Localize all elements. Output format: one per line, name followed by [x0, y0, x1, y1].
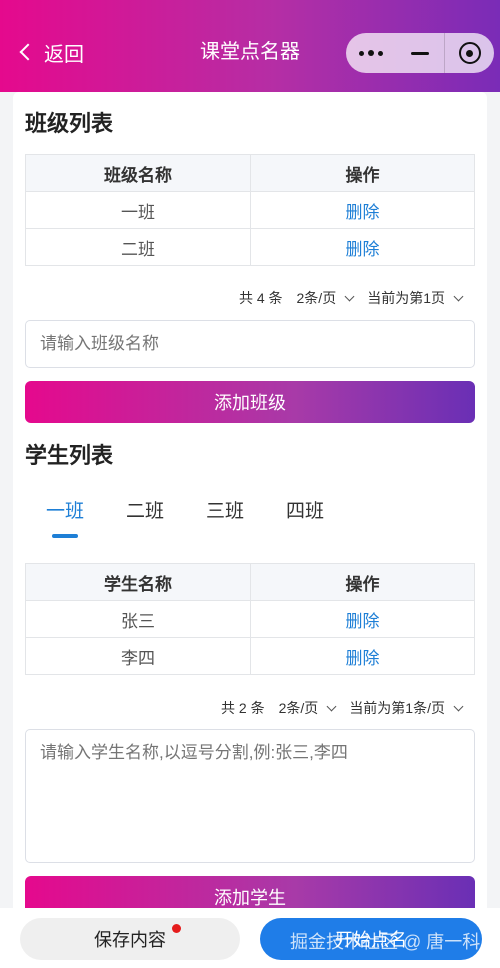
class-table: 班级名称 操作 一班 删除 二班 删除 [25, 154, 475, 266]
student-names-textarea[interactable] [25, 729, 475, 863]
student-pagination: 共 2 条 2条/页 当前为第1条/页 [221, 698, 464, 718]
delete-student-link[interactable]: 删除 [250, 637, 475, 675]
active-tab-indicator [52, 534, 78, 538]
student-name-header: 学生名称 [25, 563, 251, 601]
tab-class-1[interactable]: 一班 [25, 498, 105, 544]
back-button[interactable]: 返回 [14, 36, 84, 68]
class-name-header: 班级名称 [25, 154, 251, 192]
student-action-header: 操作 [250, 563, 475, 601]
student-table: 学生名称 操作 张三 删除 李四 删除 [25, 563, 475, 675]
chevron-down-icon [453, 701, 464, 711]
delete-student-link[interactable]: 删除 [250, 600, 475, 638]
tab-label: 二班 [125, 501, 164, 522]
chevron-down-icon [453, 291, 464, 301]
table-row: 张三 删除 [25, 600, 475, 638]
class-name-cell: 二班 [25, 228, 251, 266]
tab-class-2[interactable]: 二班 [105, 498, 185, 544]
more-button[interactable] [346, 33, 395, 73]
unsaved-badge [172, 924, 181, 933]
save-content-button[interactable]: 保存内容 [20, 918, 240, 960]
page-size-select[interactable]: 2条/页 [296, 288, 355, 308]
page-size-label: 2条/页 [278, 700, 319, 716]
tab-class-4[interactable]: 四班 [265, 498, 345, 544]
close-button[interactable] [445, 33, 494, 73]
tab-label: 三班 [205, 501, 244, 522]
student-name-cell: 张三 [25, 600, 251, 638]
mini-program-capsule [346, 33, 494, 73]
page-size-label: 2条/页 [296, 290, 337, 306]
student-name-cell: 李四 [25, 637, 251, 675]
back-chevron-icon [19, 43, 37, 61]
pager-total: 共 4 条 [238, 290, 283, 306]
back-label: 返回 [44, 43, 84, 66]
current-page-select[interactable]: 当前为第1页 [367, 288, 464, 308]
chevron-down-icon [326, 701, 337, 711]
minimize-icon [410, 51, 429, 55]
class-name-input[interactable] [25, 320, 475, 368]
table-row: 一班 删除 [25, 191, 475, 229]
student-list-title: 学生列表 [25, 443, 114, 468]
add-class-button[interactable]: 添加班级 [25, 381, 475, 423]
current-page-label: 当前为第1条/页 [349, 700, 445, 716]
delete-class-link[interactable]: 删除 [250, 191, 475, 229]
class-action-header: 操作 [250, 154, 475, 192]
close-target-icon [458, 42, 481, 64]
class-pagination: 共 4 条 2条/页 当前为第1页 [238, 288, 464, 308]
start-roll-call-button[interactable]: 开始点名 [260, 918, 482, 960]
current-page-select[interactable]: 当前为第1条/页 [349, 698, 464, 718]
chevron-down-icon [344, 291, 355, 301]
nav-bar: 返回 课堂点名器 [0, 0, 500, 92]
table-row: 二班 删除 [25, 228, 475, 266]
class-name-cell: 一班 [25, 191, 251, 229]
table-row: 李四 删除 [25, 637, 475, 675]
pager-total: 共 2 条 [221, 700, 265, 716]
more-dots-icon [358, 50, 383, 56]
page-size-select[interactable]: 2条/页 [278, 698, 337, 718]
delete-class-link[interactable]: 删除 [250, 228, 475, 266]
bottom-action-bar: 保存内容 开始点名 [0, 908, 500, 968]
tab-class-3[interactable]: 三班 [185, 498, 265, 544]
class-list-title: 班级列表 [25, 111, 114, 136]
tab-label: 一班 [45, 501, 84, 522]
tab-label: 四班 [285, 501, 324, 522]
current-page-label: 当前为第1页 [367, 290, 445, 306]
minimize-button[interactable] [395, 33, 444, 73]
class-tabs: 一班 二班 三班 四班 [25, 498, 345, 544]
